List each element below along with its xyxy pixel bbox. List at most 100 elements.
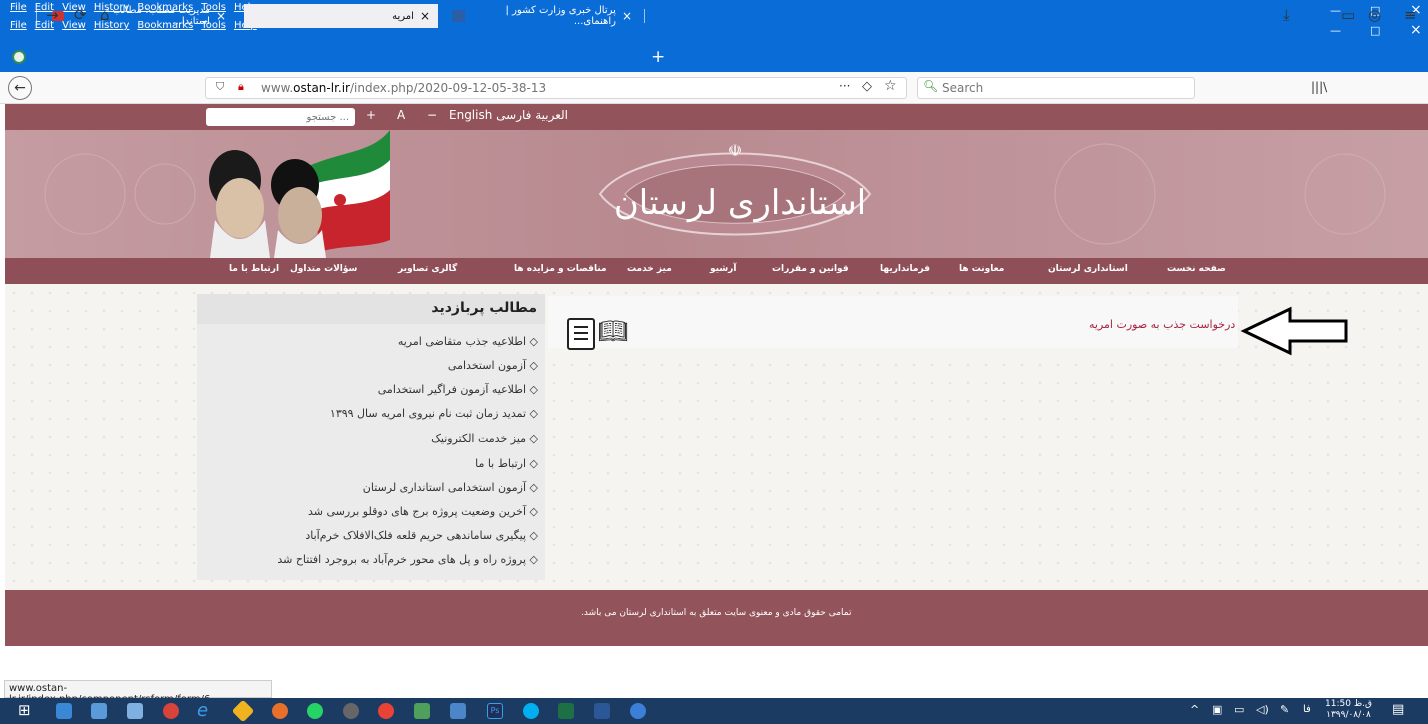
sidebar-item[interactable]: ◇ پیگیری ساماندهی حریم قلعه فلک‌الافلاک …: [305, 529, 538, 542]
sidebar-toggle-icon[interactable]: ▭: [1341, 6, 1355, 24]
skype-icon[interactable]: [523, 703, 539, 719]
annotation-arrow-icon: [1240, 306, 1348, 356]
notepad-icon[interactable]: [127, 703, 143, 719]
nav-archive[interactable]: آرشیو: [710, 264, 736, 274]
nav-counties[interactable]: فرمانداریها: [880, 264, 930, 274]
search-placeholder: Search: [942, 81, 984, 95]
app-icon[interactable]: [91, 703, 107, 719]
volume-icon[interactable]: ◁): [1256, 703, 1269, 716]
nav-gallery[interactable]: گالری تصاویر: [398, 264, 457, 274]
taskbar-clock[interactable]: 11:50 ق.ظ ۱۳۹۹/۰۸/۰۸: [1325, 699, 1372, 721]
site-banner: ☫ استانداری لرستان: [5, 130, 1428, 258]
site-footer: [5, 590, 1428, 646]
sidebar-item[interactable]: ◇ آخرین وضعیت پروژه برج های دوقلو بررسی …: [308, 505, 538, 518]
insecure-lock-icon[interactable]: 🔒︎: [238, 80, 244, 94]
pen-icon[interactable]: ✎: [1280, 703, 1289, 716]
sidebar-item[interactable]: ◇ ارتباط با ما: [475, 457, 538, 470]
document-list-icon[interactable]: [567, 318, 595, 350]
account-icon[interactable]: ◎: [1368, 6, 1381, 24]
tab-separator: [644, 9, 645, 23]
tab-article-manager[interactable]: × مدیریت مطلب: مطالب - استاندا...: [44, 4, 234, 28]
menu-file[interactable]: File: [10, 2, 27, 13]
nav-tenders[interactable]: مناقصات و مزایده ها: [514, 264, 607, 274]
start-windows-icon[interactable]: ⊞: [18, 701, 31, 719]
sidebar-item[interactable]: ◇ آزمون استخدامی: [448, 359, 538, 372]
amrieh-request-link[interactable]: درخواست جذب به صورت امریه: [1089, 318, 1235, 331]
language-switcher[interactable]: English العربية فارسی: [449, 108, 568, 122]
nav-faq[interactable]: سؤالات متداول: [290, 264, 357, 274]
back-arrow-icon[interactable]: ←: [8, 76, 32, 100]
tray-app-icon[interactable]: ▣: [1212, 703, 1222, 716]
clock-time: 11:50 ق.ظ: [1325, 699, 1372, 709]
sidebar-item[interactable]: ◇ میز خدمت الکترونیک: [431, 432, 538, 445]
sidebar-item-label: پیگیری ساماندهی حریم قلعه فلک‌الافلاک خر…: [305, 529, 527, 542]
book-search-icon[interactable]: 📖︎: [598, 318, 630, 346]
library-icon[interactable]: |||\: [1311, 80, 1327, 94]
app-blue-icon[interactable]: [450, 703, 466, 719]
tab-interior-portal[interactable]: × پرتال خبری وزارت کشور | راهنمای...: [444, 4, 640, 28]
home-icon[interactable]: ⌂: [100, 6, 110, 24]
forward-arrow-icon[interactable]: →: [46, 6, 59, 24]
restore-button-2[interactable]: □: [1370, 24, 1380, 37]
bookmark-star-icon[interactable]: ☆: [884, 78, 897, 94]
input-language[interactable]: فا: [1303, 704, 1311, 715]
minimize-button[interactable]: —: [1330, 4, 1341, 17]
new-tab-button[interactable]: +: [651, 47, 665, 67]
downloads-icon[interactable]: ⤓: [1283, 6, 1290, 24]
close-tab-icon[interactable]: ×: [216, 9, 226, 23]
site-search-input[interactable]: [206, 108, 355, 126]
search-engine-icon[interactable]: 🔍︎: [923, 79, 938, 93]
tab-label: پرتال خبری وزارت کشور | راهنمای...: [505, 5, 616, 27]
sidebar-item[interactable]: ◇ اطلاعیه جذب متقاضی امریه: [398, 335, 538, 348]
font-increase-button[interactable]: +: [366, 108, 376, 122]
nav-governorate[interactable]: استانداری لرستان: [1048, 264, 1128, 274]
close-button-2[interactable]: ×: [1410, 22, 1422, 38]
app-circle-icon[interactable]: [630, 703, 646, 719]
app-green-icon[interactable]: [414, 703, 430, 719]
notification-center-icon[interactable]: ▤: [1392, 702, 1404, 717]
firefox-account-icon[interactable]: [12, 50, 26, 64]
file-explorer-icon[interactable]: [56, 703, 72, 719]
menu-file[interactable]: File: [10, 20, 27, 31]
internet-explorer-icon[interactable]: e: [197, 700, 208, 721]
chrome-icon[interactable]: [378, 703, 394, 719]
pocket-icon[interactable]: ◇: [862, 79, 872, 94]
tracking-shield-icon[interactable]: ⛉: [216, 80, 224, 94]
app-grey-icon[interactable]: [343, 703, 359, 719]
font-reset-button[interactable]: A: [397, 108, 405, 122]
minimize-button-2[interactable]: —: [1330, 24, 1341, 37]
tab-amrieh[interactable]: × امریه: [244, 4, 438, 28]
hamburger-menu-icon[interactable]: ≡: [1404, 6, 1417, 24]
sidebar-item[interactable]: ◇ تمدید زمان ثبت نام نیروی امریه سال ۱۳۹…: [330, 407, 538, 420]
page-actions-icon[interactable]: ···: [839, 79, 850, 93]
word-icon[interactable]: [594, 703, 610, 719]
tab-label: مدیریت مطلب: مطالب - استاندا...: [105, 5, 210, 27]
excel-icon[interactable]: [558, 703, 574, 719]
close-tab-icon[interactable]: ×: [622, 9, 632, 23]
nav-contact[interactable]: ارتباط با ما: [229, 264, 279, 274]
sidebar-item-label: ارتباط با ما: [475, 457, 527, 470]
network-icon[interactable]: ▭: [1234, 703, 1244, 716]
nav-service-desk[interactable]: میز خدمت: [627, 264, 672, 274]
close-tab-icon[interactable]: ×: [420, 9, 430, 23]
url-bar[interactable]: www. ostan-lr.ir/index.php/2020-09-12-05-…: [205, 77, 907, 99]
sidebar-item[interactable]: ◇ اطلاعیه آزمون فراگیر استخدامی: [378, 383, 538, 396]
province-logo-text: استانداری لرستان: [614, 183, 866, 223]
sidebar-item-label: آخرین وضعیت پروژه برج های دوقلو بررسی شد: [307, 505, 527, 518]
photoshop-icon[interactable]: Ps: [487, 703, 503, 719]
tab-bar: [0, 44, 1428, 72]
record-app-icon[interactable]: [163, 703, 179, 719]
sidebar-item[interactable]: ◇ آزمون استخدامی استانداری لرستان: [363, 481, 538, 494]
nav-deputies[interactable]: معاونت ها: [959, 264, 1004, 274]
ministry-favicon-icon: [452, 10, 466, 22]
firefox-icon[interactable]: [272, 703, 288, 719]
sidebar-item[interactable]: ◇ پروژه راه و پل های محور خرم‌آباد به بر…: [277, 553, 538, 566]
nav-laws[interactable]: قوانین و مقررات: [772, 264, 849, 274]
reload-icon[interactable]: ⟳: [74, 6, 87, 24]
search-bar[interactable]: Search: [917, 77, 1195, 99]
nav-home[interactable]: صفحه نخست: [1167, 264, 1226, 274]
tray-chevron-icon[interactable]: ^: [1190, 703, 1199, 716]
sidebar-item-label: اطلاعیه آزمون فراگیر استخدامی: [377, 383, 527, 396]
font-decrease-button[interactable]: −: [427, 108, 437, 122]
whatsapp-icon[interactable]: [307, 703, 323, 719]
